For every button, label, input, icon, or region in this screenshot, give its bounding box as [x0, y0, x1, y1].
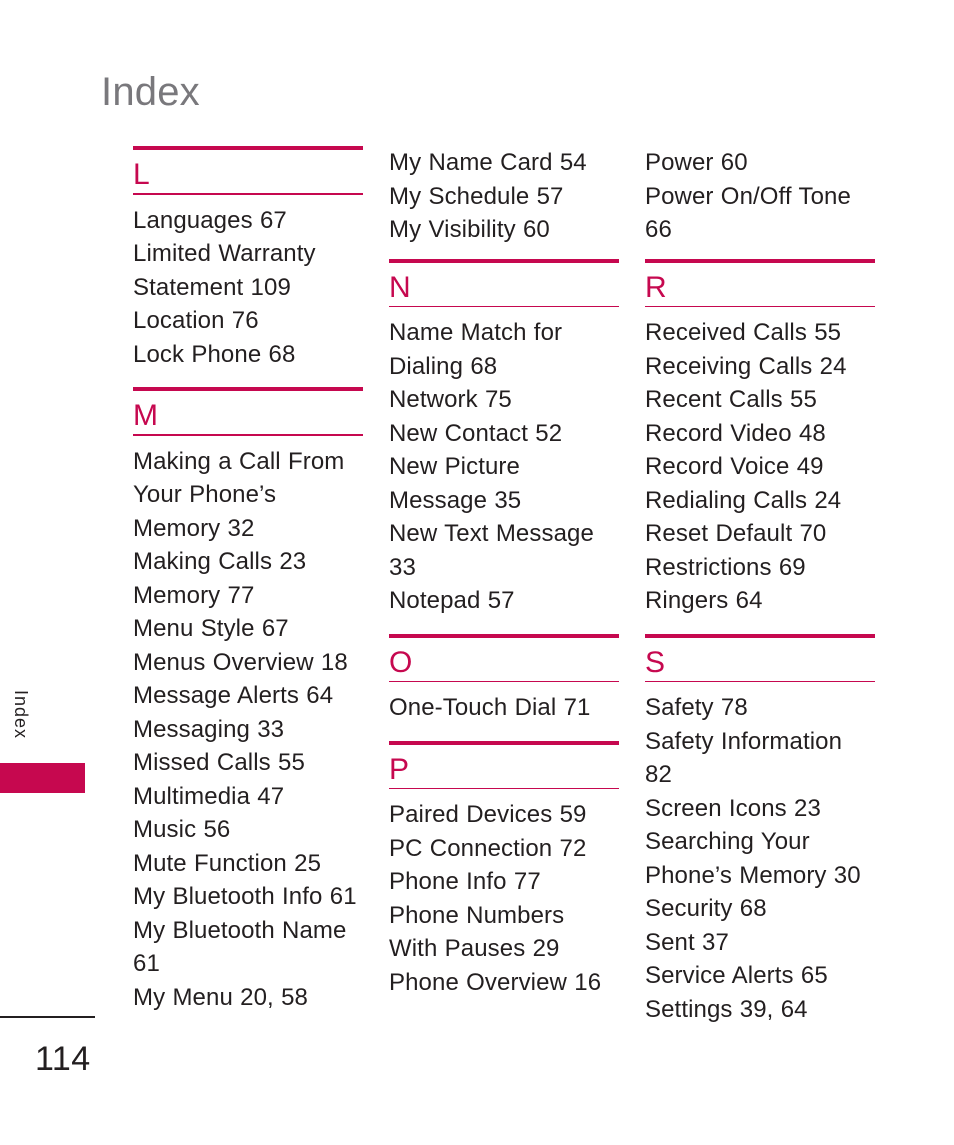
index-entry[interactable]: Missed Calls 55: [133, 746, 363, 780]
index-entry[interactable]: Searching Your Phone’s Memory 30: [645, 825, 875, 892]
index-entry[interactable]: New Text Message 33: [389, 517, 619, 584]
index-entry[interactable]: Phone Info 77: [389, 865, 619, 899]
column-2: My Name Card 54 My Schedule 57 My Visibili…: [389, 146, 619, 1026]
index-entry[interactable]: My Bluetooth Info 61: [133, 880, 363, 914]
section-entry-list: Making a Call From Your Phone’s Memory 3…: [133, 436, 363, 1015]
index-entry[interactable]: Power 60: [645, 146, 875, 180]
index-section-s: S Safety 78 Safety Information 82 Screen Ic…: [645, 633, 875, 1027]
index-section-o: O One-Touch Dial 71: [389, 633, 619, 725]
index-entry[interactable]: My Bluetooth Name 61: [133, 914, 363, 981]
index-entry[interactable]: Languages 67: [133, 204, 363, 238]
index-entry[interactable]: Multimedia 47: [133, 780, 363, 814]
index-entry[interactable]: Screen Icons 23: [645, 792, 875, 826]
index-section-m: M Making a Call From Your Phone’s Memory …: [133, 387, 363, 1014]
index-columns: L Languages 67 Limited Warranty Statement …: [133, 146, 893, 1026]
section-letter: M: [133, 399, 159, 433]
continued-entries: Power 60 Power On/Off Tone 66: [645, 146, 875, 259]
index-section-p: P Paired Devices 59 PC Connection 72 Phone …: [389, 740, 619, 1000]
index-entry[interactable]: My Schedule 57: [389, 180, 619, 214]
column-3: Power 60 Power On/Off Tone 66 R Received Ca…: [645, 146, 875, 1026]
index-entry[interactable]: Message Alerts 64: [133, 679, 363, 713]
index-section-r: R Received Calls 55 Receiving Calls 24 Rece…: [645, 258, 875, 618]
index-entry[interactable]: Ringers 64: [645, 584, 875, 618]
section-entry-list: Received Calls 55 Receiving Calls 24 Recen…: [645, 307, 875, 618]
index-entry[interactable]: Record Video 48: [645, 417, 875, 451]
index-entry[interactable]: Limited Warranty Statement 109: [133, 237, 363, 304]
index-entry[interactable]: My Name Card 54: [389, 146, 619, 180]
index-entry[interactable]: My Visibility 60: [389, 213, 619, 247]
index-entry[interactable]: PC Connection 72: [389, 832, 619, 866]
index-entry[interactable]: Restrictions 69: [645, 551, 875, 585]
index-section-n: N Name Match for Dialing 68 Network 75 New …: [389, 258, 619, 618]
page-number: 114: [35, 1040, 91, 1078]
section-entry-list: Paired Devices 59 PC Connection 72 Phone I…: [389, 789, 619, 999]
column-1: L Languages 67 Limited Warranty Statement …: [133, 146, 363, 1026]
index-entry[interactable]: Record Voice 49: [645, 450, 875, 484]
side-tab-color-block: [0, 763, 85, 793]
index-entry[interactable]: Notepad 57: [389, 584, 619, 618]
index-entry[interactable]: One-Touch Dial 71: [389, 691, 619, 725]
index-entry[interactable]: Menus Overview 18: [133, 646, 363, 680]
footer-divider: [0, 1016, 95, 1018]
section-letter: P: [389, 752, 410, 786]
index-entry[interactable]: Making a Call From Your Phone’s Memory 3…: [133, 445, 363, 546]
index-section-l: L Languages 67 Limited Warranty Statement …: [133, 146, 363, 371]
index-entry[interactable]: Name Match for Dialing 68: [389, 316, 619, 383]
index-entry[interactable]: Memory 77: [133, 579, 363, 613]
index-entry[interactable]: Recent Calls 55: [645, 383, 875, 417]
continued-entries: My Name Card 54 My Schedule 57 My Visibili…: [389, 146, 619, 259]
index-entry[interactable]: Reset Default 70: [645, 517, 875, 551]
page-title: Index: [101, 70, 200, 114]
index-entry[interactable]: Phone Overview 16: [389, 966, 619, 1000]
section-entry-list: Safety 78 Safety Information 82 Screen Ico…: [645, 682, 875, 1026]
index-entry[interactable]: Phone Numbers With Pauses 29: [389, 899, 619, 966]
section-entry-list: Languages 67 Limited Warranty Statement 1…: [133, 195, 363, 372]
index-entry[interactable]: New Contact 52: [389, 417, 619, 451]
index-entry[interactable]: Lock Phone 68: [133, 338, 363, 372]
section-letter: S: [645, 645, 666, 679]
index-entry[interactable]: Safety Information 82: [645, 725, 875, 792]
index-entry[interactable]: Paired Devices 59: [389, 798, 619, 832]
section-letter: O: [389, 645, 413, 679]
index-entry[interactable]: Power On/Off Tone 66: [645, 180, 875, 247]
section-entry-list: Name Match for Dialing 68 Network 75 New C…: [389, 307, 619, 618]
index-entry[interactable]: Settings 39, 64: [645, 993, 875, 1027]
index-entry[interactable]: Service Alerts 65: [645, 959, 875, 993]
index-entry[interactable]: Received Calls 55: [645, 316, 875, 350]
section-entry-list: One-Touch Dial 71: [389, 682, 619, 725]
index-entry[interactable]: Sent 37: [645, 926, 875, 960]
section-letter: R: [645, 270, 668, 304]
index-entry[interactable]: Making Calls 23: [133, 545, 363, 579]
index-entry[interactable]: Security 68: [645, 892, 875, 926]
index-entry[interactable]: Messaging 33: [133, 713, 363, 747]
index-entry[interactable]: New Picture Message 35: [389, 450, 619, 517]
index-entry[interactable]: Safety 78: [645, 691, 875, 725]
index-entry[interactable]: Music 56: [133, 813, 363, 847]
index-entry[interactable]: Mute Function 25: [133, 847, 363, 881]
index-entry[interactable]: My Menu 20, 58: [133, 981, 363, 1015]
index-entry[interactable]: Receiving Calls 24: [645, 350, 875, 384]
index-entry[interactable]: Redialing Calls 24: [645, 484, 875, 518]
section-letter: L: [133, 158, 151, 191]
index-entry[interactable]: Location 76: [133, 304, 363, 338]
index-entry[interactable]: Network 75: [389, 383, 619, 417]
section-letter: N: [389, 270, 412, 304]
index-entry[interactable]: Menu Style 67: [133, 612, 363, 646]
